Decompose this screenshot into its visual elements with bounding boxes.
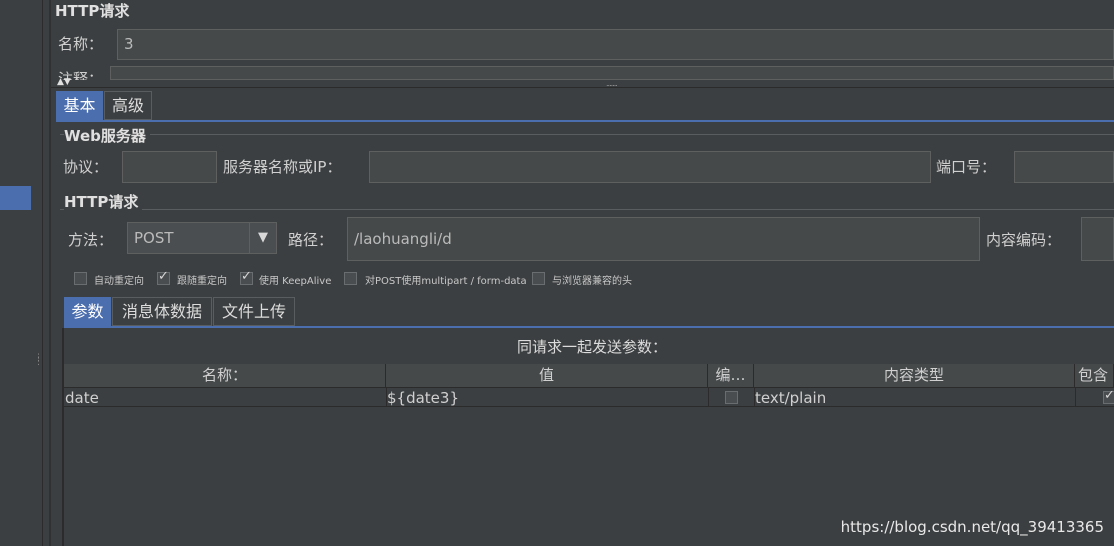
http-request-group-border (60, 209, 1114, 210)
param-content-type-cell[interactable]: text/plain (755, 389, 826, 407)
method-label: 方法： (68, 231, 114, 249)
multipart-checkbox[interactable] (344, 272, 357, 285)
divider (51, 87, 1114, 88)
column-header-value[interactable]: 值 (386, 364, 708, 388)
table-row[interactable] (64, 388, 1114, 407)
follow-redirect-checkbox[interactable]: ✓ (157, 269, 170, 285)
column-header-encode[interactable]: 编… (708, 364, 754, 388)
http-request-group-title: HTTP请求 (64, 191, 143, 212)
port-input[interactable] (1014, 151, 1114, 183)
path-label: 路径： (288, 231, 334, 249)
collapse-arrows-icon[interactable]: ▲▼ (57, 77, 71, 87)
cell-divider (1075, 388, 1076, 406)
tab-advanced[interactable]: 高级 (104, 91, 152, 120)
auto-redirect-label: 自动重定向 (94, 276, 144, 287)
param-value-cell[interactable]: ${date3} (387, 389, 459, 407)
panel-border (49, 0, 51, 546)
column-header-name[interactable]: 名称： (64, 364, 386, 388)
keepalive-label: 使用 KeepAlive (259, 276, 332, 287)
split-pane-divider[interactable] (31, 0, 43, 546)
comment-row: 注释： (55, 62, 1114, 80)
tab-body-data[interactable]: 消息体数据 (112, 297, 212, 326)
checkmark-icon: ✓ (241, 269, 252, 284)
browser-headers-label: 与浏览器兼容的头 (552, 276, 632, 287)
column-header-content-type[interactable]: 内容类型 (754, 364, 1075, 388)
name-input[interactable]: 3 (117, 29, 1114, 60)
param-encode-checkbox[interactable] (725, 391, 738, 404)
encoding-label: 内容编码： (986, 231, 1062, 249)
column-header-include[interactable]: 包含 (1075, 364, 1114, 388)
param-name-cell[interactable]: date (65, 389, 99, 407)
web-server-group-title: Web服务器 (64, 125, 150, 146)
multipart-label: 对POST使用multipart / form-data (365, 276, 527, 287)
checkmark-icon: ✓ (158, 269, 169, 284)
checkmark-icon: ✓ (1104, 388, 1114, 403)
browser-headers-checkbox[interactable] (532, 272, 545, 285)
cell-divider (708, 388, 709, 406)
protocol-input[interactable] (122, 151, 217, 183)
dropdown-arrow-icon[interactable]: ▼ (249, 223, 276, 253)
keepalive-checkbox[interactable]: ✓ (240, 269, 253, 285)
method-select[interactable]: POST ▼ (127, 222, 277, 254)
protocol-label: 协议： (63, 158, 109, 176)
sub-tab-underline (64, 326, 1114, 328)
tab-basic[interactable]: 基本 (56, 91, 103, 120)
grip-icon: ⋮ ⋮ (34, 353, 43, 367)
encoding-input[interactable] (1081, 217, 1114, 261)
tab-parameters[interactable]: 参数 (64, 297, 111, 326)
page-title: HTTP请求 (55, 2, 130, 20)
param-include-checkbox[interactable]: ✓ (1103, 388, 1114, 404)
follow-redirect-label: 跟随重定向 (177, 276, 227, 287)
port-label: 端口号： (936, 158, 997, 176)
name-label: 名称： (58, 35, 104, 53)
server-input[interactable] (369, 151, 931, 183)
tree-panel (0, 0, 32, 546)
tree-selected-item[interactable] (0, 186, 31, 210)
method-value: POST (134, 229, 174, 247)
comment-input[interactable] (110, 66, 1114, 80)
web-server-group-border (60, 134, 1114, 135)
tab-file-upload[interactable]: 文件上传 (213, 297, 295, 326)
params-caption: 同请求一起发送参数： (517, 338, 668, 356)
tab-underline (56, 120, 1114, 122)
server-label: 服务器名称或IP： (223, 158, 342, 176)
params-border (62, 328, 64, 546)
auto-redirect-checkbox[interactable] (74, 272, 87, 285)
watermark-text: https://blog.csdn.net/qq_39413365 (840, 518, 1104, 536)
path-input[interactable]: /laohuangli/d (347, 217, 980, 261)
